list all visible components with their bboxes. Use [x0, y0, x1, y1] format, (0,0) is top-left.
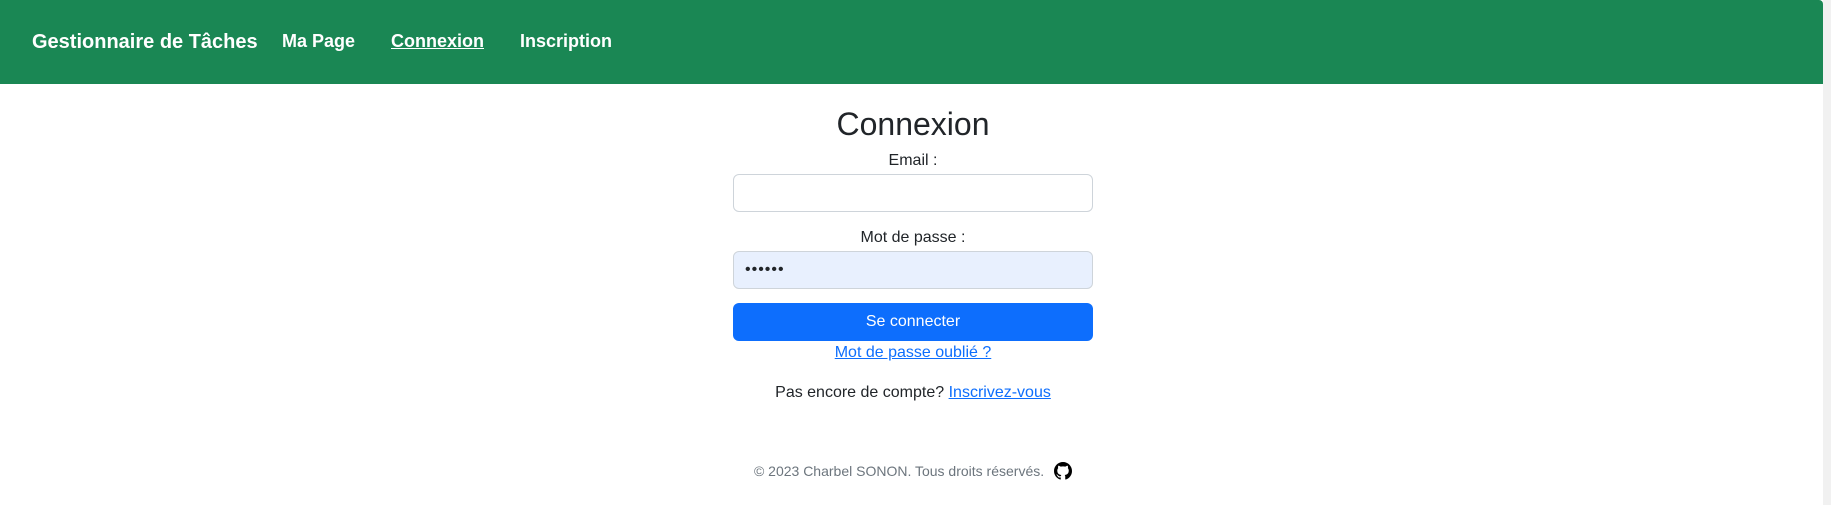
password-field[interactable]: [733, 251, 1093, 289]
signup-row: Pas encore de compte? Inscrivez-vous: [733, 383, 1093, 403]
password-label: Mot de passe :: [860, 229, 966, 246]
email-label: Email :: [888, 152, 938, 169]
forgot-password-link[interactable]: Mot de passe oublié ?: [835, 344, 992, 361]
forgot-password-row: Mot de passe oublié ?: [733, 343, 1093, 363]
nav-link-connexion[interactable]: Connexion: [391, 30, 484, 52]
footer-copyright: © 2023 Charbel SONON. Tous droits réserv…: [753, 463, 1045, 479]
page-title: Connexion: [836, 106, 990, 142]
navbar-brand[interactable]: Gestionnaire de Tâches: [32, 30, 258, 54]
email-field[interactable]: [733, 174, 1093, 212]
login-button[interactable]: Se connecter: [733, 303, 1093, 341]
nav-link-inscription[interactable]: Inscription: [520, 30, 612, 52]
signup-link[interactable]: Inscrivez-vous: [949, 384, 1051, 401]
signup-prompt: Pas encore de compte?: [775, 384, 945, 401]
top-navbar: Gestionnaire de Tâches Ma Page Connexion…: [0, 0, 1823, 84]
github-icon[interactable]: [1054, 462, 1073, 480]
nav-link-ma-page[interactable]: Ma Page: [282, 30, 355, 52]
page-footer: © 2023 Charbel SONON. Tous droits réserv…: [733, 462, 1093, 480]
page-scrollbar[interactable]: [1823, 0, 1831, 505]
